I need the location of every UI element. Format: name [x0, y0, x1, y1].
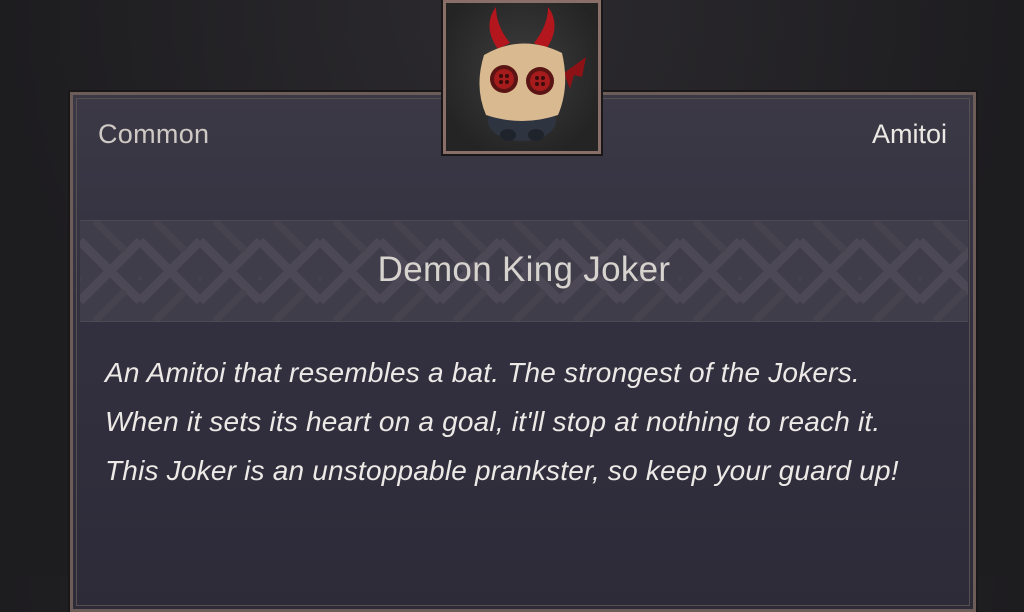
rarity-label: Common: [98, 119, 210, 149]
demon-king-joker-icon: [479, 7, 586, 141]
category-label: Amitoi: [871, 119, 947, 149]
item-description: An Amitoi that resembles a bat. The stro…: [105, 357, 899, 486]
item-portrait: [441, 0, 603, 156]
item-tooltip-card: Common Amitoi Demon King Joker An Amitoi…: [68, 90, 978, 612]
item-name: Demon King Joker: [377, 250, 671, 289]
title-banner: Demon King Joker: [80, 220, 968, 322]
